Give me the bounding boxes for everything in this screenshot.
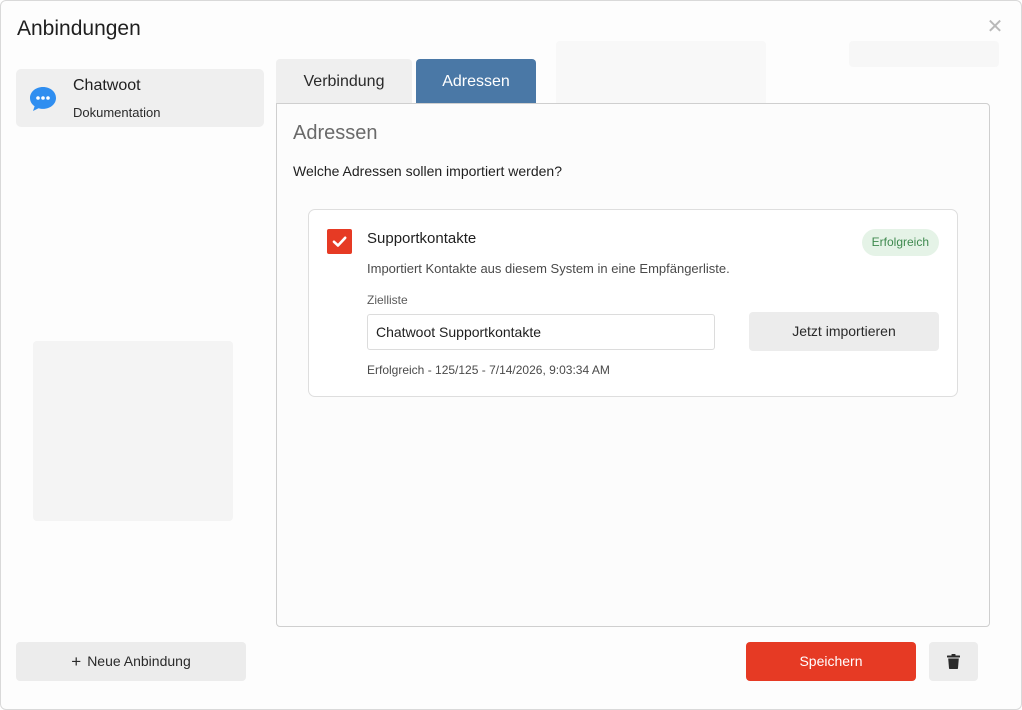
chat-bubble-icon [28,85,58,113]
new-integration-button[interactable]: + Neue Anbindung [16,642,246,681]
background-ghost [849,41,999,67]
background-ghost [33,341,233,521]
address-source-card: Supportkontakte Erfolgreich Importiert K… [308,209,958,397]
panel-question: Welche Adressen sollen importiert werden… [293,163,562,179]
tab-adressen[interactable]: Adressen [416,59,536,104]
sidebar-item-subtitle: Dokumentation [73,105,161,120]
tab-panel-adressen: Adressen Welche Adressen sollen importie… [276,103,990,627]
trash-icon [947,654,960,669]
delete-button[interactable] [929,642,978,681]
import-now-button[interactable]: Jetzt importieren [749,312,939,351]
panel-title: Adressen [293,122,378,144]
card-description: Importiert Kontakte aus diesem System in… [367,261,730,276]
new-integration-label: Neue Anbindung [87,653,191,669]
save-button[interactable]: Speichern [746,642,916,681]
target-list-input[interactable] [367,314,715,350]
import-status-text: Erfolgreich - 125/125 - 7/14/2026, 9:03:… [367,363,610,377]
sidebar-item-name: Chatwoot [73,77,141,94]
target-list-label: Zielliste [367,293,408,307]
sidebar-item-chatwoot[interactable]: Chatwoot Dokumentation [16,69,264,127]
checkmark-icon [332,236,347,247]
tab-verbindung[interactable]: Verbindung [276,59,412,104]
plus-icon: + [71,652,82,671]
supportkontakte-checkbox[interactable] [327,229,352,254]
close-icon[interactable]: ✕ [985,17,1005,37]
card-heading: Supportkontakte [367,230,477,247]
dialog-title: Anbindungen [17,17,141,40]
integrations-dialog: Anbindungen ✕ Chatwoot Dokumentation Ver… [0,0,1022,710]
status-badge: Erfolgreich [861,229,939,256]
